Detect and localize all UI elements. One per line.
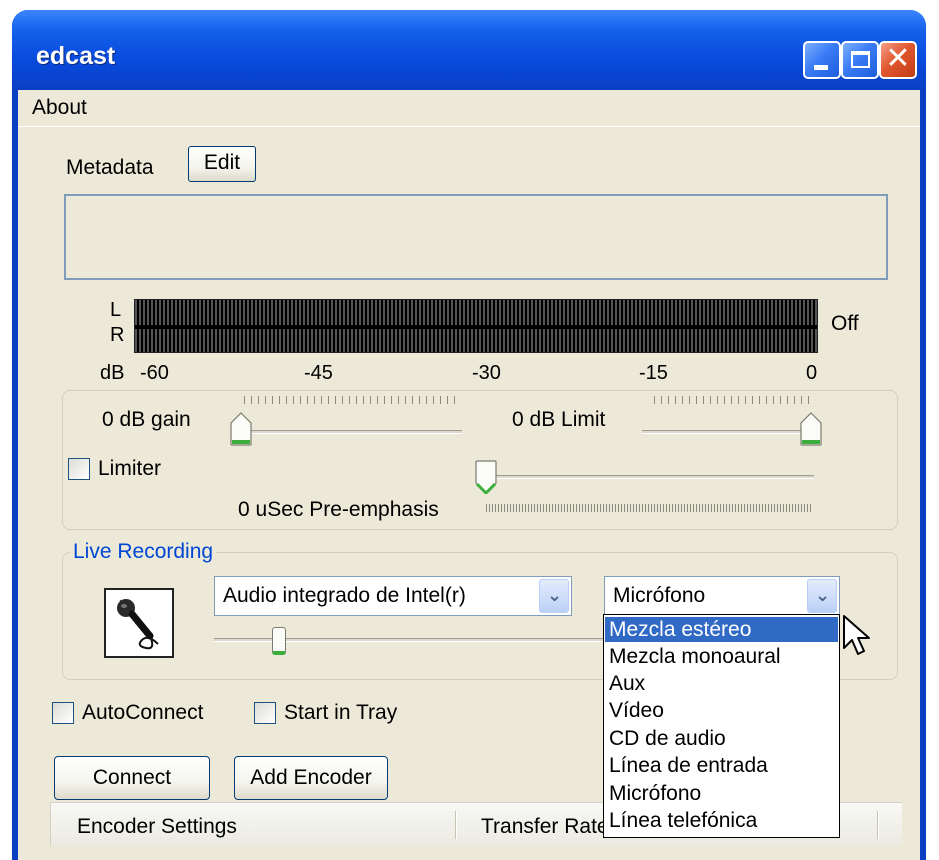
option-aux[interactable]: Aux: [605, 671, 838, 696]
input-line-select[interactable]: Micrófono ⌄: [604, 576, 840, 616]
preemphasis-slider-thumb[interactable]: [475, 460, 497, 496]
db-tick-2: -45: [304, 362, 333, 384]
vu-meter: [134, 299, 818, 353]
input-line-value: Micrófono: [613, 584, 706, 607]
preemphasis-ticks: [486, 504, 812, 512]
metadata-label: Metadata: [66, 156, 154, 179]
gain-label: 0 dB gain: [102, 408, 191, 431]
audio-device-value: Audio integrado de Intel(r): [223, 584, 466, 607]
option-mezcla-monoaural[interactable]: Mezcla monoaural: [605, 644, 838, 669]
limiter-label: Limiter: [98, 457, 162, 480]
vu-label-left: L: [110, 299, 122, 321]
menu-about[interactable]: About: [32, 96, 87, 120]
chevron-down-icon[interactable]: ⌄: [539, 579, 569, 613]
connect-button[interactable]: Connect: [54, 756, 210, 800]
db-label: dB: [100, 362, 125, 384]
column-transfer-rate[interactable]: Transfer Rate: [481, 815, 609, 839]
add-encoder-button[interactable]: Add Encoder: [234, 756, 388, 800]
option-linea-telefonica[interactable]: Línea telefónica: [605, 808, 838, 833]
menu-separator: [18, 126, 920, 127]
column-separator[interactable]: [455, 811, 457, 839]
close-button[interactable]: ✕: [879, 41, 917, 79]
title-bar[interactable]: edcast ✕: [12, 10, 926, 90]
db-tick-5: 0: [806, 362, 818, 384]
start-in-tray-label: Start in Tray: [284, 701, 398, 724]
option-mezcla-estereo[interactable]: Mezcla estéreo: [605, 617, 838, 642]
maximize-button[interactable]: [841, 41, 879, 79]
minimize-button[interactable]: [803, 41, 841, 79]
limit-track: [642, 430, 818, 434]
db-tick-3: -30: [472, 362, 501, 384]
vu-status: Off: [831, 312, 859, 335]
autoconnect-label: AutoConnect: [82, 701, 204, 724]
column-encoder-settings[interactable]: Encoder Settings: [77, 815, 237, 839]
limit-ticks: [654, 396, 814, 404]
input-line-dropdown: Mezcla estéreo Mezcla monoaural Aux Víde…: [603, 614, 840, 838]
menu-bar: About: [18, 90, 920, 126]
limiter-checkbox[interactable]: [68, 458, 90, 480]
mouse-cursor-icon: [842, 614, 872, 664]
metadata-textbox[interactable]: [64, 194, 888, 280]
db-tick-1: -60: [140, 362, 169, 384]
option-microfono[interactable]: Micrófono: [605, 781, 838, 806]
limit-label: 0 dB Limit: [512, 408, 606, 431]
maximize-icon: [851, 51, 870, 68]
limit-slider-thumb[interactable]: [800, 412, 822, 446]
gain-track: [232, 430, 462, 434]
record-volume-thumb[interactable]: [271, 627, 286, 655]
window-title: edcast: [36, 42, 116, 70]
autoconnect-checkbox[interactable]: [52, 702, 74, 724]
option-linea-de-entrada[interactable]: Línea de entrada: [605, 753, 838, 778]
start-in-tray-checkbox[interactable]: [254, 702, 276, 724]
column-separator[interactable]: [877, 811, 879, 839]
microphone-icon: [104, 588, 174, 658]
audio-device-select[interactable]: Audio integrado de Intel(r) ⌄: [214, 576, 572, 616]
db-tick-4: -15: [639, 362, 668, 384]
vu-label-right: R: [110, 324, 125, 346]
preemphasis-label: 0 uSec Pre-emphasis: [238, 498, 439, 521]
chevron-down-icon[interactable]: ⌄: [807, 579, 837, 613]
option-video[interactable]: Vídeo: [605, 698, 838, 723]
edit-metadata-button[interactable]: Edit: [188, 146, 256, 182]
close-icon: ✕: [885, 41, 911, 76]
minimize-icon: [814, 65, 828, 70]
live-recording-title: Live Recording: [70, 540, 217, 564]
gain-slider-thumb[interactable]: [230, 412, 252, 446]
preemphasis-track: [478, 475, 814, 479]
option-cd-de-audio[interactable]: CD de audio: [605, 726, 838, 751]
gain-ticks: [244, 396, 456, 404]
